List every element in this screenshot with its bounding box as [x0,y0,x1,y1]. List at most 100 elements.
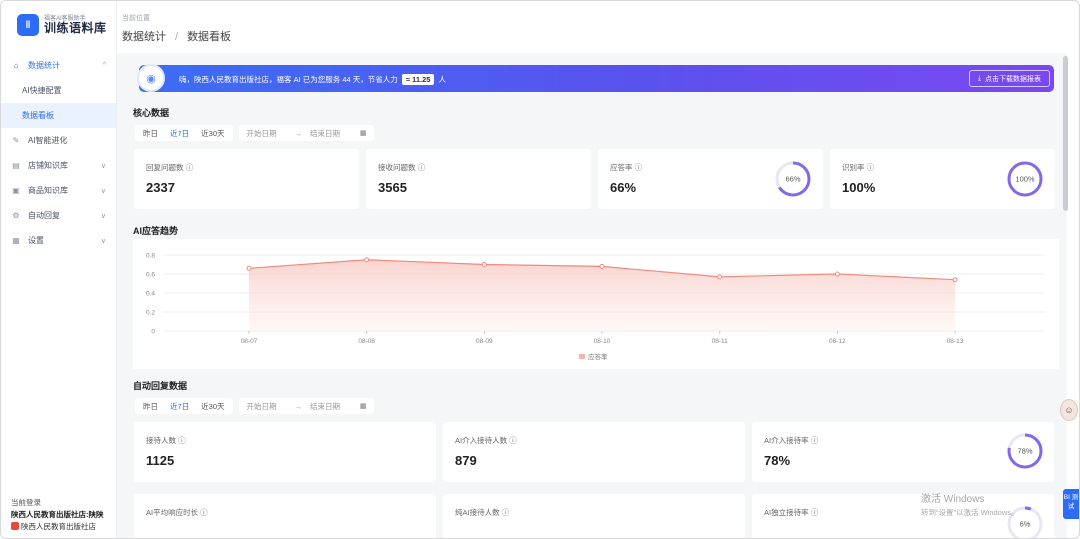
card-replied-questions: 回复问题数 ⓘ 2337 [134,149,359,209]
login-org: 陕西人民教育出版社店 [11,521,104,533]
sidebar-item-auto-reply[interactable]: ⚙ 自动回复 ∨ [1,203,116,228]
x-tick-label: 08-13 [947,338,964,345]
card-value: 100% [842,180,876,195]
start-date-input[interactable]: 开始日期 [247,128,277,139]
scrollbar[interactable] [1063,56,1068,211]
data-point [364,257,370,263]
end-date-input[interactable]: 结束日期 [310,401,340,412]
chevron-up-icon: ^ [102,62,106,69]
wand-icon: ✎ [12,136,20,145]
filter-30days[interactable]: 近30天 [195,128,230,139]
x-tick-label: 08-07 [241,338,258,345]
watermark-line2: 转到“设置”以激活 Windows。 [921,508,1019,517]
legend-swatch [579,354,585,359]
filter-yesterday[interactable]: 昨日 [137,128,164,139]
sidebar-item-label: 商品知识库 [28,186,68,195]
logo-title: 训练语料库 [44,20,107,35]
location-label: 当前位置 [122,15,150,22]
sidebar-item-dashboard[interactable]: 数据看板 [1,103,116,128]
data-point [246,265,252,271]
breadcrumb-data-stats[interactable]: 数据统计 [122,31,166,43]
card-recognition-rate: 识别率 ⓘ 100% 100% [830,149,1055,209]
chevron-down-icon: ∨ [100,162,106,170]
welcome-banner: ◉ 嗨，陕西人民教育出版社店，福客 AI 已为您服务 44 天，节省人力 ≈ 1… [137,64,1054,92]
download-report-label: 点击下载数据报表 [985,75,1041,83]
sidebar-item-label: AI智能进化 [28,136,68,145]
core-date-range[interactable]: 开始日期 → 结束日期 ▦ [238,125,374,141]
chevron-down-icon: ∨ [100,212,106,220]
windows-activation-watermark: 激活 Windows 转到“设置”以激活 Windows。 [921,493,1019,519]
sidebar-item-ai-evolution[interactable]: ✎ AI智能进化 [1,128,116,153]
auto-reply-title: 自动回复数据 [133,381,188,391]
download-report-button[interactable]: ⤓ 点击下载数据报表 [968,70,1050,87]
core-filter-bar: 昨日 近7日 近30天 开始日期 → 结束日期 ▦ [135,125,374,141]
banner-text: 嗨，陕西人民教育出版社店，福客 AI 已为您服务 44 天，节省人力 ≈ 11.… [179,74,446,85]
box-icon: ▣ [12,186,20,195]
breadcrumb-dashboard: 数据看板 [187,31,232,43]
sidebar-item-label: 设置 [28,236,44,245]
trend-chart: 0 0.2 0.4 0.6 0.8 08-07 08-08 08-09 08-10 08-11 08… [146,253,1045,361]
arrow-right-icon: → [294,401,303,411]
reply-icon: ⚙ [12,211,20,220]
sidebar-item-label: 数据看板 [22,111,54,120]
x-tick-label: 08-09 [476,338,493,345]
calendar-icon: ▦ [359,403,367,410]
banner-text-before: 嗨，陕西人民教育出版社店，福客 AI 已为您服务 44 天，节省人力 [179,75,398,84]
filter-30days[interactable]: 近30天 [195,401,230,412]
shop-badge-icon [11,522,19,530]
y-tick-label: 0.2 [146,310,155,317]
y-tick-label: 0 [151,329,155,336]
y-tick-label: 0.8 [146,253,155,260]
auto-date-range[interactable]: 开始日期 → 结束日期 ▦ [238,398,374,414]
core-data-title: 核心数据 [133,108,170,118]
start-date-input[interactable]: 开始日期 [247,401,277,412]
sidebar: ǁ 福客AI客服助手 训练语料库 ⌂ 数据统计 ^ AI快捷配置 数据看板 ✎ … [1,1,117,538]
logo: ǁ 福客AI客服助手 训练语料库 [17,14,107,36]
card-label: 接收问题数 ⓘ [378,163,426,172]
chevron-down-icon: ∨ [100,237,106,245]
data-point [834,271,840,277]
x-tick-label: 08-12 [829,338,846,345]
calendar-icon: ▦ [359,130,367,137]
end-date-input[interactable]: 结束日期 [310,128,340,139]
ring-label: 66% [785,175,800,184]
sidebar-item-data-stats[interactable]: ⌂ 数据统计 ^ [1,53,116,78]
x-tick-label: 08-08 [358,338,375,345]
series-area [249,259,955,331]
sidebar-item-label: 自动回复 [28,211,60,220]
recognition-rate-ring: 100% [1007,161,1043,197]
card-label: AI平均响应时长 ⓘ [146,508,208,517]
card-label: AI介入接待人数 ⓘ [455,436,517,445]
sidebar-item-settings[interactable]: ▦ 设置 ∨ [1,228,116,253]
legend-label: 应答率 [588,352,608,361]
filter-7days[interactable]: 近7日 [164,401,195,412]
auto-filter-bar: 昨日 近7日 近30天 开始日期 → 结束日期 ▦ [135,398,374,414]
card-response-rate: 应答率 ⓘ 66% 66% [598,149,823,209]
card-label: 应答率 ⓘ [610,163,643,172]
sidebar-nav: ⌂ 数据统计 ^ AI快捷配置 数据看板 ✎ AI智能进化 ▤ 店铺知识库 ∨ … [1,53,116,253]
auto-period-tabs: 昨日 近7日 近30天 [135,398,233,414]
sidebar-item-shop-knowledge[interactable]: ▤ 店铺知识库 ∨ [1,153,116,178]
bi-test-tab[interactable]: BI 测试 [1063,489,1079,519]
filter-yesterday[interactable]: 昨日 [137,401,164,412]
card-label: AI介入接待率 ⓘ [764,436,819,445]
ring-label: 78% [1017,447,1032,456]
x-tick-label: 08-10 [594,338,611,345]
sidebar-item-product-knowledge[interactable]: ▣ 商品知识库 ∨ [1,178,116,203]
banner-text-after: 人 [438,75,447,84]
login-label: 当前登录 [11,498,41,507]
home-icon: ⌂ [13,61,19,70]
data-point [717,274,723,280]
assistant-avatar-icon[interactable]: ☺ [1060,399,1078,421]
y-tick-label: 0.4 [146,291,155,298]
ai-reception-rate-ring: 78% [1007,433,1043,469]
sidebar-item-ai-quick-config[interactable]: AI快捷配置 [1,78,116,103]
saved-manpower-value: ≈ 11.25 [401,74,435,85]
card-ai-reception-count: AI介入接待人数 ⓘ 879 [443,422,745,482]
card-value: 879 [455,453,477,468]
filter-7days[interactable]: 近7日 [164,128,195,139]
download-icon: ⤓ [977,74,981,82]
ring-label: 100% [1015,175,1035,184]
card-label: AI独立接待率 ⓘ [764,508,819,517]
document-icon: ▤ [12,161,20,170]
